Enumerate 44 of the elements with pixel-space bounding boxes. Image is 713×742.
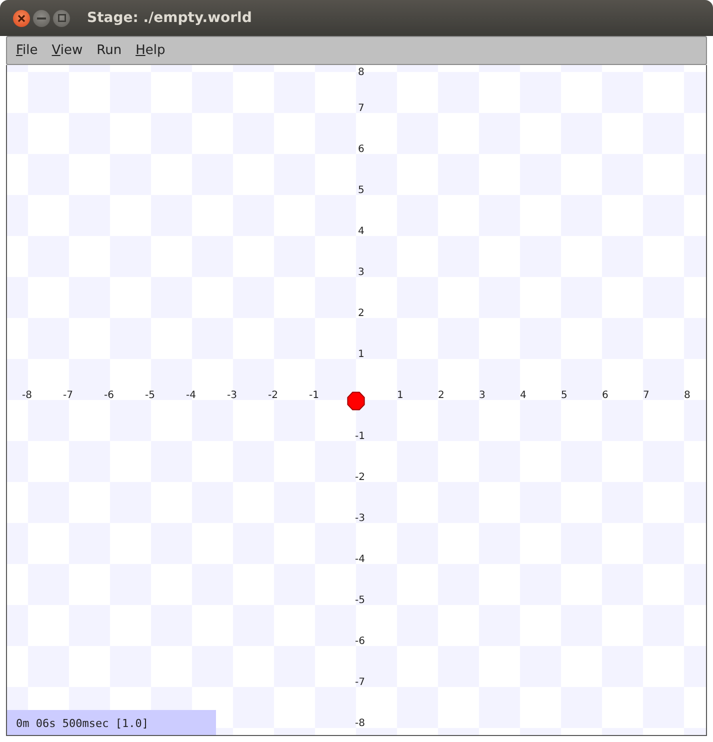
status-bar: 0m 06s 500msec [1.0]: [7, 710, 216, 735]
axis-label: -7: [63, 390, 73, 401]
axis-label: -6: [104, 390, 114, 401]
axis-label: 2: [358, 308, 364, 319]
axis-label: -6: [355, 636, 365, 647]
axis-label: 4: [520, 390, 526, 401]
close-icon: [17, 14, 26, 22]
minimize-icon: [37, 16, 46, 20]
axis-label: 5: [358, 185, 364, 196]
minimize-button[interactable]: [33, 10, 50, 26]
axis-label: -8: [355, 718, 365, 729]
axis-label: 8: [684, 390, 690, 401]
axis-label: -1: [309, 390, 319, 401]
maximize-icon: [58, 14, 66, 22]
axis-label: 2: [438, 390, 444, 401]
axis-label: -5: [145, 390, 155, 401]
axis-label: -7: [355, 677, 365, 688]
menu-item[interactable]: File: [14, 40, 44, 60]
axis-label: -3: [355, 513, 365, 524]
axis-label: -3: [227, 390, 237, 401]
axis-label: 7: [358, 103, 364, 114]
axis-label: -8: [22, 390, 32, 401]
axis-label: -2: [355, 472, 365, 483]
menu-item[interactable]: Help: [134, 40, 172, 60]
axis-label: 3: [358, 267, 364, 278]
menu-item[interactable]: Run: [94, 40, 128, 60]
axis-label: 3: [479, 390, 486, 401]
axis-label: 4: [358, 226, 364, 237]
window-title: Stage: ./empty.world: [87, 8, 252, 28]
axis-label: -1: [355, 431, 365, 442]
menu-item[interactable]: View: [50, 40, 89, 60]
axis-label: 1: [358, 349, 364, 360]
axis-label: -5: [355, 595, 365, 606]
axis-label: 6: [358, 144, 364, 155]
axis-label: -4: [186, 390, 196, 401]
axis-label: -2: [268, 390, 278, 401]
maximize-button[interactable]: [53, 10, 70, 26]
axis-label: 7: [643, 390, 650, 401]
close-button[interactable]: [13, 10, 30, 26]
axis-label: 1: [397, 390, 404, 401]
axis-label: 6: [602, 390, 608, 401]
axis-label: 5: [561, 390, 568, 401]
axis-label: -4: [355, 554, 365, 565]
axis-label: 8: [358, 67, 364, 78]
